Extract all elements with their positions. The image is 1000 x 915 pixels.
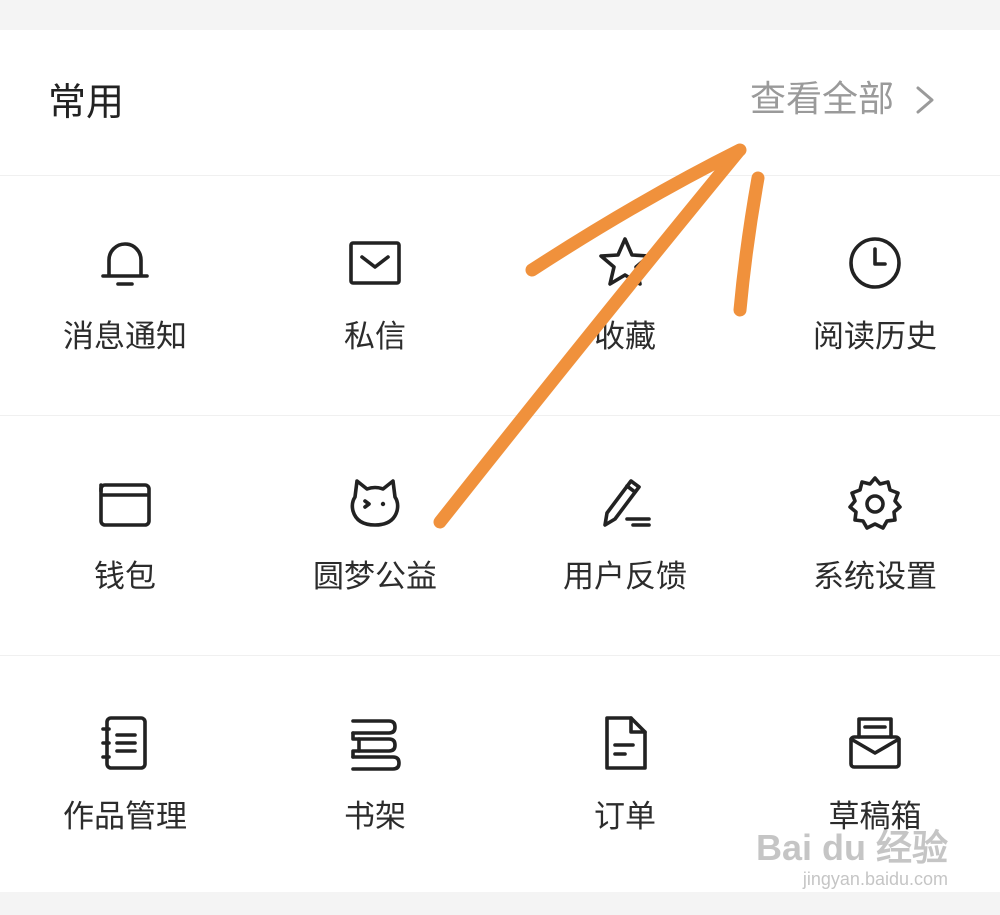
grid-item-wallet[interactable]: 钱包 — [0, 415, 250, 655]
grid-item-label: 系统设置 — [813, 559, 937, 595]
grid-item-feedback[interactable]: 用户反馈 — [500, 415, 750, 655]
star-icon — [595, 233, 655, 293]
bell-icon — [95, 233, 155, 293]
grid-item-label: 消息通知 — [63, 319, 187, 355]
wallet-icon — [95, 473, 155, 533]
grid-item-label: 用户反馈 — [563, 559, 687, 595]
grid-item-orders[interactable]: 订单 — [500, 655, 750, 895]
document-icon — [595, 713, 655, 773]
watermark-logo: Bai du 经验 — [755, 827, 948, 868]
grid-item-favorites[interactable]: 收藏 — [500, 175, 750, 415]
view-all-label: 查看全部 — [749, 79, 894, 120]
grid-item-notifications[interactable]: 消息通知 — [0, 175, 250, 415]
grid-item-bookshelf[interactable]: 书架 — [250, 655, 500, 895]
grid-item-works-management[interactable]: 作品管理 — [0, 655, 250, 895]
grid-item-label: 钱包 — [94, 559, 156, 595]
clock-icon — [845, 233, 905, 293]
notebook-icon — [95, 713, 155, 773]
grid-item-charity[interactable]: 圆梦公益 — [250, 415, 500, 655]
draft-box-icon — [845, 713, 905, 773]
bookshelf-icon — [345, 713, 405, 773]
chevron-right-icon — [916, 86, 934, 114]
grid-item-private-messages[interactable]: 私信 — [250, 175, 500, 415]
mail-icon — [345, 233, 405, 293]
grid-item-label: 收藏 — [594, 319, 656, 355]
cat-face-icon — [345, 473, 405, 533]
view-all-button[interactable]: 查看全部 — [750, 74, 944, 126]
section-header: 常用 查看全部 — [0, 30, 1000, 176]
grid-item-label: 作品管理 — [63, 799, 187, 835]
grid-item-label: 订单 — [594, 799, 656, 835]
common-features-card: 常用 查看全部 消息通知 私信 收藏 阅读历史 钱包 圆梦公益 用户反馈 系统设… — [0, 30, 1000, 892]
gear-icon — [845, 473, 905, 533]
grid-item-label: 书架 — [344, 799, 406, 835]
grid-item-label: 私信 — [344, 319, 406, 355]
watermark-url: jingyan.baidu.com — [802, 869, 948, 889]
pencil-icon — [595, 473, 655, 533]
watermark: Bai du 经验 jingyan.baidu.com — [756, 828, 948, 890]
grid-item-settings[interactable]: 系统设置 — [750, 415, 1000, 655]
grid-item-label: 阅读历史 — [813, 319, 937, 355]
grid-item-reading-history[interactable]: 阅读历史 — [750, 175, 1000, 415]
grid-row-1: 消息通知 私信 收藏 阅读历史 — [0, 175, 1000, 416]
section-title: 常用 — [48, 80, 125, 124]
grid-item-label: 圆梦公益 — [313, 559, 437, 595]
grid-row-2: 钱包 圆梦公益 用户反馈 系统设置 — [0, 415, 1000, 656]
